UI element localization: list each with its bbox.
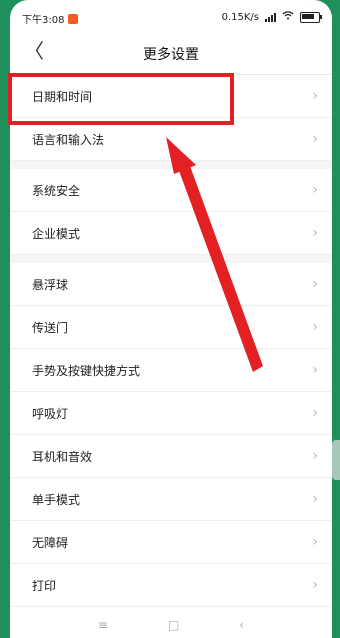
battery-icon: [300, 11, 322, 23]
menu-icon[interactable]: ≡: [98, 618, 108, 632]
chevron-right-icon: ›: [312, 534, 318, 550]
status-left: 下午3:08: [22, 11, 79, 26]
list-item-headphones-audio[interactable]: 耳机和音效 ›: [10, 435, 332, 478]
list-item-label: 系统安全: [32, 183, 81, 198]
scroll-handle[interactable]: [332, 440, 340, 480]
system-nav-bar: ≡ □ ‹: [10, 612, 332, 638]
list-item-enterprise-mode[interactable]: 企业模式 ›: [10, 212, 332, 255]
list-item-portal[interactable]: 传送门 ›: [10, 306, 332, 349]
list-item-label: 语言和输入法: [32, 132, 105, 147]
header-bar: 〈 更多设置: [10, 30, 332, 75]
status-right: 0.15K/s: [221, 11, 322, 23]
list-item-language-input[interactable]: 语言和输入法 ›: [10, 118, 332, 161]
notification-icon: [68, 13, 79, 24]
chevron-right-icon: ›: [312, 88, 318, 104]
chevron-right-icon: ›: [312, 491, 318, 507]
chevron-right-icon: ›: [312, 225, 318, 241]
page-title: 更多设置: [143, 47, 199, 63]
wifi-icon: [282, 11, 294, 23]
status-bar: 下午3:08 0.15K/s: [10, 0, 332, 30]
list-item-label: 悬浮球: [32, 277, 69, 292]
list-item-label: 单手模式: [32, 492, 81, 507]
chevron-right-icon: ›: [312, 319, 318, 335]
list-item-print[interactable]: 打印 ›: [10, 564, 332, 607]
list-item-floating-ball[interactable]: 悬浮球 ›: [10, 263, 332, 306]
home-icon[interactable]: □: [168, 618, 179, 632]
chevron-right-icon: ›: [312, 405, 318, 421]
list-item-label: 打印: [32, 578, 57, 593]
list-item-label: 无障碍: [32, 535, 69, 550]
section-divider: [10, 255, 332, 263]
phone-screen: 下午3:08 0.15K/s 〈 更多设置 日期和时间 › 语言和输入法 › 系…: [10, 0, 332, 638]
section-divider: [10, 161, 332, 169]
chevron-right-icon: ›: [312, 448, 318, 464]
list-item-accessibility[interactable]: 无障碍 ›: [10, 521, 332, 564]
status-time: 下午3:08: [22, 15, 65, 26]
list-item-gestures-shortcuts[interactable]: 手势及按键快捷方式 ›: [10, 349, 332, 392]
network-speed: 0.15K/s: [221, 11, 259, 23]
chevron-right-icon: ›: [312, 131, 318, 147]
back-nav-icon[interactable]: ‹: [239, 618, 244, 632]
list-item-label: 呼吸灯: [32, 406, 69, 421]
chevron-right-icon: ›: [312, 362, 318, 378]
chevron-right-icon: ›: [312, 577, 318, 593]
chevron-right-icon: ›: [312, 182, 318, 198]
list-item-label: 日期和时间: [32, 89, 93, 104]
list-item-one-handed-mode[interactable]: 单手模式 ›: [10, 478, 332, 521]
list-item-breathing-light[interactable]: 呼吸灯 ›: [10, 392, 332, 435]
chevron-right-icon: ›: [312, 276, 318, 292]
settings-list: 日期和时间 › 语言和输入法 › 系统安全 › 企业模式 › 悬浮球 › 传送门…: [10, 75, 332, 607]
list-item-label: 传送门: [32, 320, 69, 335]
list-item-label: 企业模式: [32, 226, 81, 241]
signal-icon: [265, 12, 276, 22]
list-item-label: 耳机和音效: [32, 449, 93, 464]
list-item-label: 手势及按键快捷方式: [32, 363, 141, 378]
list-item-date-time[interactable]: 日期和时间 ›: [10, 75, 332, 118]
list-item-system-security[interactable]: 系统安全 ›: [10, 169, 332, 212]
